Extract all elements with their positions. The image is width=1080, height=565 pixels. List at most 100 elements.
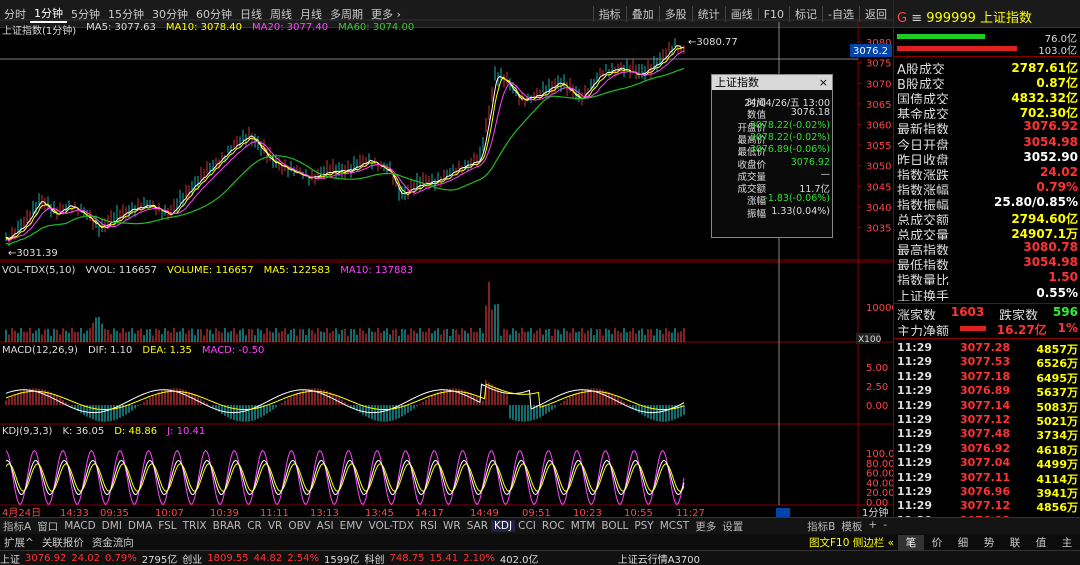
indicator-tab[interactable]: CR (244, 520, 265, 532)
indicator-tab[interactable]: 设置 (719, 519, 746, 534)
status-value: 748.75 (389, 552, 425, 564)
netflow-pct: 1% (1057, 321, 1078, 335)
bottom-link[interactable]: 关联报价 (38, 535, 88, 550)
stat-label: 指数涨幅 (897, 183, 950, 195)
up-count: 1603 (950, 305, 985, 319)
stat-row: 基金成交 702.30亿 (894, 104, 1080, 119)
stat-row: 最低指数 3054.98 (894, 255, 1080, 270)
indicator-tab[interactable]: VOL-TDX (365, 520, 416, 532)
stat-label: 基金成交 (897, 108, 950, 120)
stat-label: A股成交 (897, 63, 945, 74)
netflow-row: 主力净额 16.27亿 1% (894, 321, 1080, 336)
down-volume-bar (897, 46, 1017, 51)
volume-label: VOLUME: 116657 (167, 265, 254, 276)
status-value: 2795亿 (141, 554, 178, 565)
close-icon[interactable]: × (819, 75, 828, 90)
price-axis-label: 3060 (866, 121, 891, 132)
ma10-label: MA10: 3078.40 (165, 22, 242, 33)
tick-row: 11:29 3077.11 4114万 (894, 470, 1080, 486)
tick-price: 3077.12 (960, 413, 1011, 426)
bottom-link[interactable]: 资金流向 (88, 535, 138, 550)
sidebar-toggle[interactable]: 图文F10 侧边栏 « (809, 535, 898, 550)
indicator-tab[interactable]: 更多 (692, 519, 719, 534)
popup-value: -1.83(-0.06%) (764, 193, 830, 205)
indicator-tab[interactable]: KDJ (491, 520, 516, 532)
indicator-tab[interactable]: FSL (155, 520, 179, 532)
macd-axis-label: 5.00 (866, 363, 888, 374)
indicator-tab[interactable]: DMA (125, 520, 155, 532)
ma5-line (5, 45, 684, 240)
breadth-row: 涨家数 1603 跌家数 596 (894, 305, 1080, 320)
g-badge: G (897, 11, 908, 26)
template-tab[interactable]: - (880, 519, 890, 534)
panel-tab[interactable]: 笔 (898, 534, 924, 550)
indicator-tab[interactable]: BRAR (210, 520, 245, 532)
price-axis-label: 3070 (866, 79, 891, 90)
status-bar: 上证 3076.92 24.02 0.79% 2795亿 创业 1809.55 44.82 2.… (0, 550, 1080, 565)
info-popup[interactable]: 上证指数 × 时间 24/04/26/五 13:00 数值 3076.18 开盘价 3078… (711, 74, 833, 238)
template-tab[interactable]: 模板 (838, 519, 865, 534)
indicator-tab[interactable]: BOLL (598, 520, 631, 532)
stat-value: 702.30亿 (1019, 106, 1078, 120)
stat-row: 总成交额 2794.60亿 (894, 210, 1080, 225)
price-axis-label: 3050 (866, 162, 891, 173)
stat-value: 2787.61亿 (1011, 61, 1078, 74)
tick-time: 11:29 (897, 384, 933, 398)
tick-price: 3077.48 (960, 427, 1011, 441)
indicator-tab[interactable]: MCST (657, 520, 692, 532)
template-tab[interactable]: 指标B (804, 519, 838, 534)
tick-row: 11:29 3076.92 4618万 (894, 442, 1080, 457)
bottom-link[interactable]: 扩展^ (0, 535, 38, 550)
macd-title: MACD(12,26,9) (2, 345, 78, 356)
netflow-value: 16.27亿 (996, 323, 1047, 336)
tick-time: 11:29 (897, 341, 933, 354)
indicator-tab[interactable]: SAR (464, 520, 491, 532)
panel-divider (894, 303, 1080, 304)
bottom-right-tabs: 指标B 模板 + - (804, 519, 890, 534)
panel-tab[interactable]: 势 (976, 535, 1002, 550)
tick-time: 11:29 (897, 413, 933, 426)
popup-row: 最低价 3076.89(-0.06%) (712, 144, 834, 158)
menu-icon[interactable]: ≡ (907, 11, 926, 26)
stat-label: 总成交额 (897, 214, 950, 225)
indicator-tab[interactable]: DMI (99, 520, 125, 532)
popup-value: 3078.22(-0.02%) (749, 119, 830, 131)
indicator-tab[interactable]: CCI (515, 520, 539, 532)
stat-row: 国债成交 4832.32亿 (894, 89, 1080, 104)
down-count-label: 跌家数 (999, 309, 1039, 320)
stat-value: 3054.98 (1023, 134, 1078, 149)
template-tab[interactable]: + (865, 519, 880, 534)
vol-axis-label: 10000 (866, 303, 893, 314)
panel-tab[interactable]: 值 (1028, 535, 1054, 550)
popup-row: 振幅 1.33(0.04%) (712, 206, 834, 220)
popup-value: 3076.89(-0.06%) (749, 144, 830, 156)
indicator-tab[interactable]: TRIX (180, 520, 210, 532)
panel-tab[interactable]: 主 (1054, 535, 1080, 550)
indicator-tab[interactable]: VR (265, 520, 285, 532)
stat-label: B股成交 (897, 78, 945, 90)
indicator-tab[interactable]: 窗口 (34, 519, 61, 534)
volume-legend: VOL-TDX(5,10) VVOL: 116657 VOLUME: 11665… (0, 265, 893, 279)
indicator-tab[interactable]: 指标A (0, 519, 34, 534)
stat-row: A股成交 2787.61亿 (894, 59, 1080, 74)
price-axis-label: 3065 (866, 100, 891, 111)
indicator-tab[interactable]: EMV (337, 520, 366, 532)
indicator-tab[interactable]: PSY (631, 520, 656, 532)
indicator-tab[interactable]: ASI (314, 520, 337, 532)
panel-tab[interactable]: 联 (1002, 535, 1028, 550)
stat-value: 3054.98 (1023, 255, 1078, 270)
index-name: 上证指数 (975, 11, 1033, 26)
tick-row: 11:29 3077.12 4856万 (894, 499, 1080, 514)
panel-tab[interactable]: 价 (924, 535, 950, 550)
indicator-tab[interactable]: WR (440, 520, 464, 532)
panel-tab[interactable]: 细 (950, 535, 976, 550)
tick-time: 11:29 (897, 470, 933, 484)
vol-title: VOL-TDX(5,10) (2, 265, 76, 276)
index-code: 999999 (926, 11, 976, 26)
j-label: J: 10.41 (167, 426, 206, 437)
indicator-tab[interactable]: MTM (568, 520, 599, 532)
indicator-tab[interactable]: ROC (539, 520, 568, 532)
indicator-tab[interactable]: OBV (285, 520, 313, 532)
indicator-tab[interactable]: MACD (61, 520, 98, 532)
indicator-tab[interactable]: RSI (417, 520, 440, 532)
